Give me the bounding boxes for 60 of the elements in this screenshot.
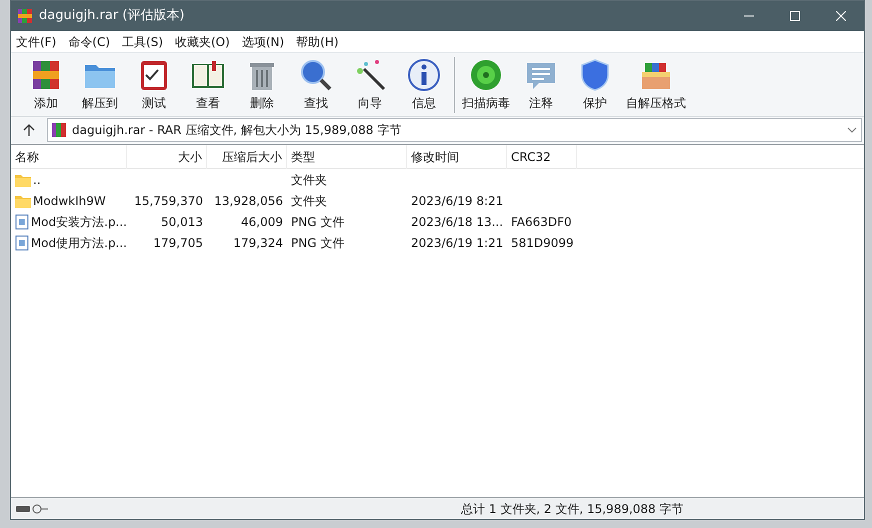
column-header[interactable]: 名称 xyxy=(11,144,127,168)
table-cell-text: 2023/6/19 8:21 xyxy=(411,192,504,210)
app-logo-icon xyxy=(17,8,33,24)
menu-item[interactable]: 文件(F) xyxy=(13,32,60,50)
archive-icon xyxy=(51,122,67,138)
toolbar-button[interactable]: 解压到 xyxy=(73,57,127,112)
radar-disc-icon xyxy=(468,57,504,93)
toolbar-button[interactable]: 查找 xyxy=(289,57,343,112)
table-cell-text: PNG 文件 xyxy=(291,214,344,230)
table-cell-text: 13,928,056 xyxy=(214,192,283,210)
table-cell-text: FA663DF0 xyxy=(511,214,572,230)
toolbar-button[interactable]: 自解压格式 xyxy=(622,57,690,112)
toolbar-button[interactable]: 查看 xyxy=(181,57,235,112)
table-cell-text: 179,705 xyxy=(153,234,203,252)
toolbar-button[interactable]: 保护 xyxy=(568,57,622,112)
chevron-down-icon xyxy=(847,126,857,132)
table-cell-text: 581D9099 xyxy=(511,234,574,252)
toolbar-button[interactable]: 测试 xyxy=(127,57,181,112)
up-arrow-icon xyxy=(23,124,35,136)
table-cell-text: 2023/6/18 13... xyxy=(411,214,504,230)
column-header[interactable]: CRC32 xyxy=(507,144,577,168)
table-cell-text: 46,009 xyxy=(241,214,283,230)
table-cell-text: 文件夹 xyxy=(291,192,327,210)
folder-icon xyxy=(15,194,31,208)
status-text: 总计 1 文件夹, 2 文件, 15,989,088 字节 xyxy=(461,500,684,518)
image-file-icon xyxy=(15,214,29,230)
table-cell-text: PNG 文件 xyxy=(291,234,344,252)
column-header[interactable]: 类型 xyxy=(287,144,407,168)
column-header[interactable]: 压缩后大小 xyxy=(207,144,287,168)
close-icon xyxy=(836,11,846,21)
address-text: daguigjh.rar - RAR 压缩文件, 解包大小为 15,989,088 字节 xyxy=(72,122,402,138)
table-cell-text: 50,013 xyxy=(161,214,203,230)
info-icon xyxy=(406,57,442,93)
column-header[interactable]: 大小 xyxy=(127,144,207,168)
table-cell-text: 15,759,370 xyxy=(134,192,203,210)
table-cell-text: 179,324 xyxy=(233,234,283,252)
magnifier-icon xyxy=(298,57,334,93)
toolbar-button[interactable]: 注释 xyxy=(514,57,568,112)
table-cell-text: 2023/6/19 1:21 xyxy=(411,234,504,252)
table-cell-text: 文件夹 xyxy=(291,172,327,188)
menu-item[interactable]: 命令(C) xyxy=(65,32,114,50)
address-field[interactable]: daguigjh.rar - RAR 压缩文件, 解包大小为 15,989,088 字节 xyxy=(47,118,862,142)
toolbar-button[interactable]: 信息 xyxy=(397,57,451,112)
menu-item[interactable]: 帮助(H) xyxy=(293,32,342,50)
column-header[interactable]: 修改时间 xyxy=(407,144,507,168)
table-cell-text: ModwkIh9W xyxy=(33,192,106,210)
window-title: daguigjh.rar (评估版本) xyxy=(39,7,184,26)
toolbar-button[interactable]: 向导 xyxy=(343,57,397,112)
menu-item[interactable]: 工具(S) xyxy=(119,32,166,50)
folder-icon xyxy=(15,172,31,186)
table-cell-text: Mod使用方法.p... xyxy=(30,234,127,252)
toolbar-button[interactable]: 扫描病毒 xyxy=(458,57,514,112)
maximize-icon xyxy=(790,11,800,21)
image-file-icon xyxy=(15,234,29,250)
menu-item[interactable]: 收藏夹(O) xyxy=(172,32,233,50)
table-cell-text: .. xyxy=(33,172,41,188)
menu-item[interactable]: 选项(N) xyxy=(238,32,288,50)
toolbar-button[interactable]: 添加 xyxy=(19,57,73,112)
toolbar-button[interactable]: 删除 xyxy=(235,57,289,112)
table-cell-text: Mod安装方法.p... xyxy=(30,214,127,230)
